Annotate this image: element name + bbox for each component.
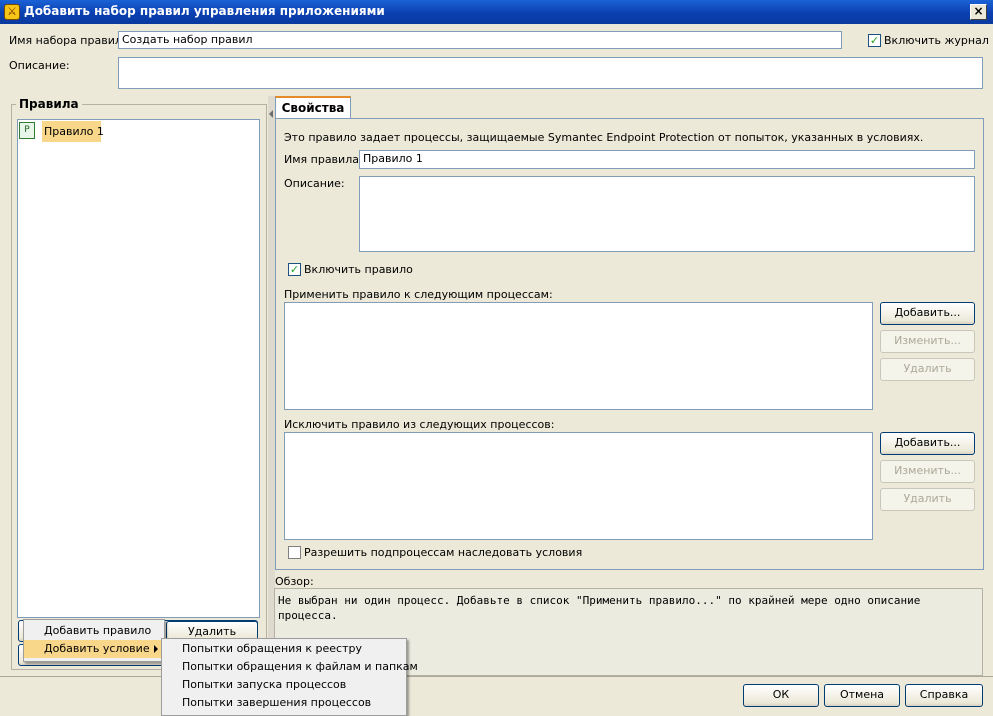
- rule-description-label: Описание:: [284, 177, 345, 190]
- description-label: Описание:: [9, 59, 70, 72]
- splitter-handle[interactable]: [268, 96, 275, 672]
- help-button[interactable]: Справка: [905, 684, 983, 707]
- overview-label: Обзор:: [275, 575, 314, 588]
- exclude-processes-label: Исключить правило из следующих процессов…: [284, 418, 555, 431]
- footer-divider: [0, 676, 993, 677]
- apply-edit-button[interactable]: Изменить...: [880, 330, 975, 353]
- exclude-edit-button[interactable]: Изменить...: [880, 460, 975, 483]
- rule-description-input[interactable]: [359, 176, 975, 252]
- submenu-arrow-icon: [154, 645, 158, 653]
- rule-document-icon: P: [19, 122, 35, 139]
- title-bar: ⚔ Добавить набор правил управления прило…: [0, 0, 993, 24]
- enable-rule-checkbox[interactable]: ✓: [288, 263, 301, 276]
- properties-intro-text: Это правило задает процессы, защищаемые …: [284, 131, 924, 144]
- description-input[interactable]: [118, 57, 983, 89]
- inherit-label: Разрешить подпроцессам наследовать услов…: [304, 546, 583, 559]
- cancel-button[interactable]: Отмена: [824, 684, 900, 707]
- submenu-item-terminate-processes[interactable]: Попытки завершения процессов: [162, 694, 406, 712]
- ok-button[interactable]: ОК: [743, 684, 819, 707]
- rules-list: [17, 119, 260, 618]
- window-title: Добавить набор правил управления приложе…: [24, 4, 385, 18]
- submenu-item-registry[interactable]: Попытки обращения к реестру: [162, 640, 406, 658]
- rule-context-menu: Добавить правило Добавить условие: [23, 619, 165, 662]
- apply-processes-label: Применить правило к следующим процессам:: [284, 288, 553, 301]
- enable-log-checkbox[interactable]: ✓: [868, 34, 881, 47]
- inherit-checkbox[interactable]: [288, 546, 301, 559]
- ruleset-name-label: Имя набора правил:: [9, 34, 126, 47]
- exclude-processes-list[interactable]: [284, 432, 873, 540]
- menu-item-add-condition[interactable]: Добавить условие: [24, 640, 164, 658]
- close-button[interactable]: ×: [970, 4, 987, 20]
- exclude-add-button[interactable]: Добавить...: [880, 432, 975, 455]
- apply-add-button[interactable]: Добавить...: [880, 302, 975, 325]
- rule-name-label: Имя правила:: [284, 153, 363, 166]
- menu-item-add-condition-label: Добавить условие: [44, 642, 150, 655]
- condition-submenu: Попытки обращения к реестру Попытки обра…: [161, 638, 418, 716]
- rule-name-input[interactable]: Правило 1: [359, 150, 975, 169]
- enable-rule-label: Включить правило: [304, 263, 413, 276]
- apply-processes-list[interactable]: [284, 302, 873, 410]
- tab-properties[interactable]: Свойства: [275, 96, 351, 119]
- rule-item[interactable]: Правило 1: [42, 121, 104, 142]
- submenu-item-files-folders[interactable]: Попытки обращения к файлам и папкам: [162, 658, 418, 676]
- enable-log-label: Включить журнал: [884, 34, 989, 47]
- shield-icon: ⚔: [4, 4, 20, 20]
- rules-group-title: Правила: [16, 97, 82, 111]
- ruleset-name-input[interactable]: Создать набор правил: [118, 31, 842, 49]
- menu-item-add-rule[interactable]: Добавить правило: [24, 622, 164, 640]
- exclude-delete-button[interactable]: Удалить: [880, 488, 975, 511]
- apply-delete-button[interactable]: Удалить: [880, 358, 975, 381]
- submenu-item-launch-processes[interactable]: Попытки запуска процессов: [162, 676, 406, 694]
- collapse-left-icon[interactable]: [269, 110, 273, 118]
